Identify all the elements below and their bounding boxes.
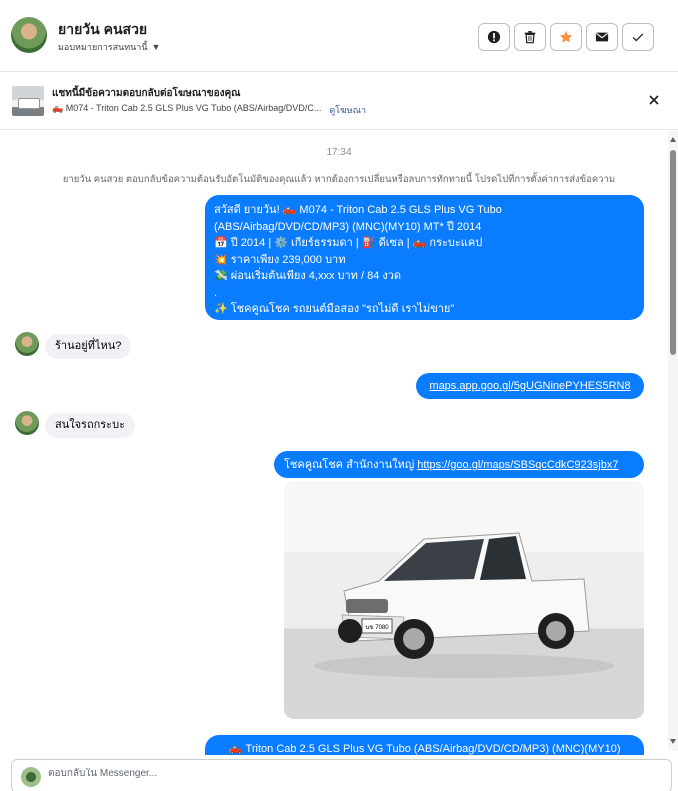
star-button[interactable] bbox=[550, 23, 582, 51]
message-line: 💥 ราคาเพียง 239,000 บาท bbox=[214, 253, 346, 266]
map-link[interactable]: https://goo.gl/maps/SBSqcCdkC923sjbx7 bbox=[417, 459, 618, 471]
exclamation-icon bbox=[487, 30, 501, 44]
message-line: . bbox=[214, 286, 218, 299]
auto-reply-notice: ยายวัน คนสวย ตอบกลับข้อความต้อนรับอัตโนม… bbox=[62, 174, 616, 185]
outgoing-message-partial[interactable]: 🛻 Triton Cab 2.5 GLS Plus VG Tubo (ABS/A… bbox=[205, 735, 644, 755]
ad-thumbnail[interactable] bbox=[12, 86, 44, 116]
caret-down-icon: ▼ bbox=[151, 42, 161, 52]
incoming-message[interactable]: สนใจรถกระบะ bbox=[45, 413, 135, 438]
trash-icon bbox=[524, 31, 536, 44]
outgoing-message-address[interactable]: โชคคูณโชค สำนักงานใหญ่ https://goo.gl/ma… bbox=[274, 451, 644, 478]
close-icon[interactable] bbox=[647, 93, 661, 107]
ad-reference-subtitle: 🛻 M074 - Triton Cab 2.5 GLS Plus VG Tubo… bbox=[52, 103, 366, 117]
message-composer bbox=[11, 759, 672, 791]
message-line: ✨ โชคคูณโชค รถยนต์มือสอง "รถไม่ดี เราไม่… bbox=[214, 303, 455, 315]
map-link[interactable]: maps.app.goo.gl/5gUGNinePYHES5RN8 bbox=[429, 380, 630, 392]
mark-spam-button[interactable] bbox=[478, 23, 510, 51]
address-prefix: โชคคูณโชค สำนักงานใหญ่ bbox=[284, 459, 418, 471]
scroll-up-arrow-icon[interactable] bbox=[670, 137, 676, 142]
star-icon bbox=[559, 30, 573, 43]
outgoing-message-listing[interactable]: สวัสดี ยายวัน! 🛻 M074 - Triton Cab 2.5 G… bbox=[205, 195, 644, 320]
message-line: 💸 ผ่อนเริ่มต้นเพียง 4,xxx บาท / 84 งวด bbox=[214, 270, 402, 282]
check-icon bbox=[632, 33, 644, 42]
mark-done-button[interactable] bbox=[622, 23, 654, 51]
message-line: สวัสดี ยายวัน! 🛻 M074 - Triton Cab 2.5 G… bbox=[214, 204, 502, 216]
message-line: 📅 ปี 2014 | ⚙️ เกียร์ธรรมดา | ⛽ ดีเซล | … bbox=[214, 237, 483, 249]
ad-reference-title: แชทนี้มีข้อความตอบกลับต่อโฆษณาของคุณ bbox=[52, 88, 241, 99]
assign-conversation-dropdown[interactable]: มอบหมายการสนทนานี้ ▼ bbox=[58, 40, 160, 54]
ad-reference-bar bbox=[0, 72, 678, 130]
reply-input[interactable] bbox=[48, 768, 648, 779]
mark-unread-button[interactable] bbox=[586, 23, 618, 51]
sender-avatar[interactable] bbox=[15, 411, 39, 435]
contact-avatar[interactable] bbox=[11, 17, 47, 53]
ad-name: 🛻 M074 - Triton Cab 2.5 GLS Plus VG Tubo… bbox=[52, 103, 322, 113]
delete-button[interactable] bbox=[514, 23, 546, 51]
page-avatar bbox=[21, 767, 41, 787]
sender-avatar[interactable] bbox=[15, 332, 39, 356]
license-plate: นข 7080 bbox=[365, 625, 389, 631]
header-actions bbox=[478, 23, 654, 51]
conversation-header: ยายวัน คนสวย มอบหมายการสนทนานี้ ▼ bbox=[0, 0, 678, 72]
car-photo[interactable]: นข 7080 bbox=[284, 481, 644, 719]
message-timestamp: 17:34 bbox=[326, 147, 352, 158]
incoming-message[interactable]: ร้านอยู่ที่ไหน? bbox=[45, 334, 132, 359]
assign-label: มอบหมายการสนทนานี้ bbox=[58, 42, 148, 52]
view-ad-link[interactable]: ดูโฆษณา bbox=[329, 103, 366, 117]
contact-name[interactable]: ยายวัน คนสวย bbox=[58, 19, 147, 41]
envelope-icon bbox=[595, 32, 609, 42]
outgoing-message-link[interactable]: maps.app.goo.gl/5gUGNinePYHES5RN8 bbox=[416, 373, 644, 399]
scrollbar-thumb[interactable] bbox=[670, 150, 676, 355]
scroll-down-arrow-icon[interactable] bbox=[670, 739, 676, 744]
truck-image: นข 7080 bbox=[314, 532, 614, 678]
message-line: (ABS/Airbag/DVD/CD/MP3) (MNC)(MY10) MT* … bbox=[214, 220, 482, 233]
message-thread[interactable]: 17:34 ยายวัน คนสวย ตอบกลับข้อความต้อนรับ… bbox=[0, 131, 678, 755]
